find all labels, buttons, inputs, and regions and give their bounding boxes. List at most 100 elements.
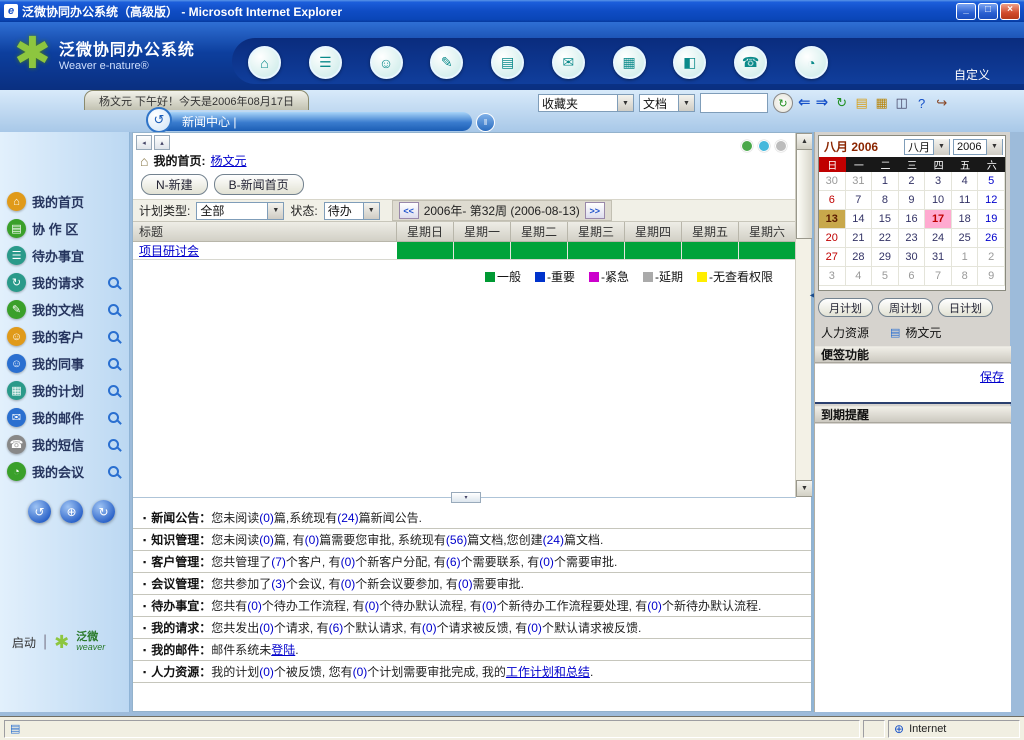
count-link[interactable]: (0): [353, 665, 368, 679]
calendar-day[interactable]: 24: [925, 229, 952, 248]
calendar-day[interactable]: 4: [846, 267, 873, 286]
calendar-day[interactable]: 18: [952, 210, 979, 229]
count-link[interactable]: (6): [446, 555, 461, 569]
grid-icon[interactable]: ▦: [873, 95, 890, 112]
count-link[interactable]: (0): [259, 665, 274, 679]
sidebar-item-collab[interactable]: ▤协 作 区: [0, 215, 129, 242]
calendar-day[interactable]: 28: [846, 248, 873, 267]
search-icon[interactable]: [108, 331, 119, 342]
calendar-day[interactable]: 1: [952, 248, 979, 267]
calendar-day[interactable]: 30: [819, 172, 846, 191]
count-link[interactable]: (0): [259, 511, 274, 525]
widget-close-icon[interactable]: [775, 140, 787, 152]
forward-nav-icon[interactable]: ↻: [92, 500, 115, 523]
calendar-day[interactable]: 7: [925, 267, 952, 286]
mail-icon[interactable]: ✉: [552, 46, 585, 79]
calendar-day[interactable]: 21: [846, 229, 873, 248]
count-link[interactable]: (0): [305, 533, 320, 547]
save-button[interactable]: 保存: [980, 368, 1004, 385]
calendar-day[interactable]: 15: [872, 210, 899, 229]
customize-link[interactable]: 自定义: [954, 66, 990, 83]
count-link[interactable]: (0): [458, 577, 473, 591]
count-link[interactable]: (0): [259, 533, 274, 547]
count-link[interactable]: (0): [341, 577, 356, 591]
team-icon[interactable]: ☺: [370, 46, 403, 79]
count-link[interactable]: (24): [543, 533, 564, 547]
calendar-day[interactable]: 9: [899, 191, 926, 210]
count-link[interactable]: (3): [271, 577, 286, 591]
search-icon[interactable]: [108, 304, 119, 315]
calendar-icon[interactable]: ▦: [613, 46, 646, 79]
widget-refresh-icon[interactable]: [758, 140, 770, 152]
calendar-day[interactable]: 10: [925, 191, 952, 210]
back-icon[interactable]: ⇐: [798, 94, 811, 112]
favorites-select[interactable]: 收藏夹 ▼: [538, 94, 634, 112]
plan-button[interactable]: 周计划: [878, 298, 933, 317]
calendar-day[interactable]: 6: [819, 191, 846, 210]
calendar-day[interactable]: 5: [978, 172, 1005, 191]
search-input[interactable]: [700, 93, 768, 113]
count-link[interactable]: (6): [329, 621, 344, 635]
workflow-icon[interactable]: ☰: [309, 46, 342, 79]
calendar-day[interactable]: 8: [952, 267, 979, 286]
search-icon[interactable]: [108, 439, 119, 450]
sidebar-item-todo[interactable]: ☰待办事宜: [0, 242, 129, 269]
minimize-button[interactable]: _: [956, 3, 976, 20]
help-icon[interactable]: ?: [913, 95, 930, 112]
tab-newscenter[interactable]: 新闻中心 |: [150, 112, 472, 131]
calendar-day[interactable]: 16: [899, 210, 926, 229]
calendar-day[interactable]: 9: [978, 267, 1005, 286]
close-button[interactable]: ×: [1000, 3, 1020, 20]
sidebar-item-home[interactable]: ⌂我的首页: [0, 188, 129, 215]
calendar-day[interactable]: 30: [899, 248, 926, 267]
hr-user-link[interactable]: 杨文元: [905, 324, 941, 341]
dropdown-arrow-icon[interactable]: ▼: [617, 95, 633, 111]
edit-icon[interactable]: ✎: [430, 46, 463, 79]
count-link[interactable]: (24): [337, 511, 358, 525]
search-icon[interactable]: [108, 466, 119, 477]
calendar-day[interactable]: 1: [872, 172, 899, 191]
logout-icon[interactable]: ↪: [933, 95, 950, 112]
count-link[interactable]: (0): [539, 555, 554, 569]
search-icon[interactable]: [108, 358, 119, 369]
sidebar-item-requests[interactable]: ↻我的请求: [0, 269, 129, 296]
calendar-day[interactable]: 20: [819, 229, 846, 248]
count-link[interactable]: (0): [647, 599, 662, 613]
month-select[interactable]: 八月 ▼: [904, 139, 950, 155]
calendar-day[interactable]: 11: [952, 191, 979, 210]
calendar-day[interactable]: 7: [846, 191, 873, 210]
event-link[interactable]: 项目研讨会: [139, 242, 199, 259]
maximize-button[interactable]: □: [978, 3, 998, 20]
start-button[interactable]: 启动: [12, 634, 36, 651]
refresh-icon[interactable]: ↻: [833, 95, 850, 112]
year-select[interactable]: 2006 ▼: [953, 139, 1003, 155]
summary-link[interactable]: 工作计划和总结: [506, 663, 590, 680]
pause-scroll-button[interactable]: ‖: [476, 113, 495, 132]
print-icon[interactable]: ◫: [893, 95, 910, 112]
calendar-day[interactable]: 27: [819, 248, 846, 267]
report-icon[interactable]: ◔: [795, 46, 828, 79]
pin-icon[interactable]: ⌂: [248, 46, 281, 79]
sidebar-item-documents[interactable]: ✎我的文档: [0, 296, 129, 323]
news-home-button[interactable]: B-新闻首页: [214, 174, 304, 195]
count-link[interactable]: (0): [341, 555, 356, 569]
calendar-day[interactable]: 4: [952, 172, 979, 191]
search-icon[interactable]: [108, 385, 119, 396]
calendar-day[interactable]: 23: [899, 229, 926, 248]
dropdown-arrow-icon[interactable]: ▼: [267, 203, 283, 219]
prev-week-button[interactable]: <<: [399, 202, 419, 219]
calendar-day[interactable]: 17: [925, 210, 952, 229]
calendar-day[interactable]: 29: [872, 248, 899, 267]
calendar-day[interactable]: 13: [819, 210, 846, 229]
message-icon[interactable]: ◧: [673, 46, 706, 79]
plan-type-select[interactable]: 全部 ▼: [196, 202, 284, 220]
calendar-day[interactable]: 22: [872, 229, 899, 248]
count-link[interactable]: (0): [247, 599, 262, 613]
new-button[interactable]: N-新建: [141, 174, 208, 195]
scrollbar-down-icon[interactable]: ▼: [796, 480, 813, 497]
document-icon[interactable]: ▤: [491, 46, 524, 79]
calendar-day[interactable]: 19: [978, 210, 1005, 229]
count-link[interactable]: (0): [365, 599, 380, 613]
scroll-up-button[interactable]: ▴: [154, 135, 170, 150]
dropdown-arrow-icon[interactable]: ▼: [678, 95, 694, 111]
